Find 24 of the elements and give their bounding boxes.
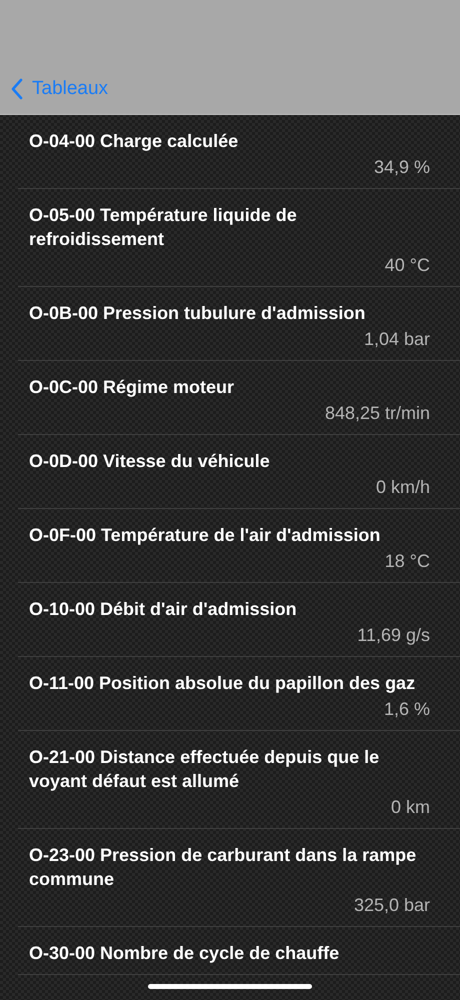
parameter-value: 848,25 tr/min <box>324 402 430 425</box>
parameter-name: O-11-00 Position absolue du papillon des gaz <box>29 672 416 695</box>
parameter-value: 1,6 % <box>384 698 430 721</box>
parameter-name: O-0B-00 Pression tubulure d'admission <box>29 302 366 325</box>
parameter-value: 34,9 % <box>374 156 430 179</box>
parameter-value: 1,04 bar <box>364 328 430 351</box>
parameter-name: O-0C-00 Régime moteur <box>29 376 236 399</box>
parameter-value: 40 °C <box>384 254 430 277</box>
parameter-name: O-05-00 Température liquide de refroidissement <box>29 204 298 251</box>
parameter-name: O-23-00 Pression de carburant dans la rampe commune <box>29 844 418 891</box>
parameter-value: 11,69 g/s <box>357 624 430 647</box>
parameter-value: 0 km <box>390 796 430 819</box>
parameter-name: O-0D-00 Vitesse du véhicule <box>29 450 271 473</box>
parameter-name: O-21-00 Distance effectuée depuis que le voyant défaut est allumé <box>29 746 380 793</box>
back-button[interactable]: Tableaux <box>10 78 108 100</box>
parameter-name: O-30-00 Nombre de cycle de chauffe <box>29 942 340 965</box>
parameter-name: O-04-00 Charge calculée <box>29 130 240 153</box>
parameter-name: O-10-00 Débit d'air d'admission <box>29 598 298 621</box>
parameter-value: 0 km/h <box>376 476 430 499</box>
parameter-name: O-0F-00 Température de l'air d'admission <box>29 524 382 547</box>
parameter-value: 325,0 bar <box>354 894 430 917</box>
parameter-value: 18 °C <box>384 550 430 573</box>
back-chevron-icon <box>10 78 24 100</box>
home-indicator[interactable] <box>148 984 312 989</box>
